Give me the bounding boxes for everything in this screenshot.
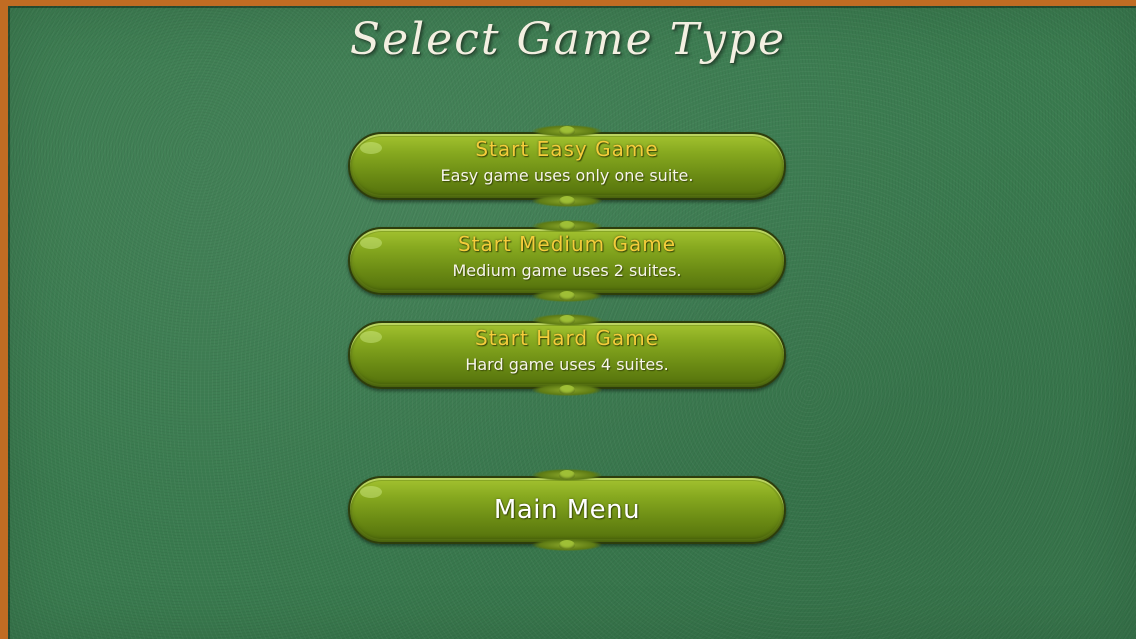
leaf-ornament-icon [532, 539, 602, 551]
main-menu-button[interactable]: Main Menu [348, 469, 786, 551]
leaf-ornament-icon [532, 195, 602, 207]
start-hard-game-button[interactable]: Start Hard Game Hard game uses 4 suites. [348, 314, 786, 396]
hard-game-description: Hard game uses 4 suites. [465, 355, 669, 374]
leaf-ornament-icon [532, 220, 602, 232]
start-medium-game-label: Start Medium Game [457, 232, 677, 256]
start-hard-game-label: Start Hard Game [475, 326, 659, 350]
medium-game-description: Medium game uses 2 suites. [452, 261, 682, 280]
start-medium-game-button[interactable]: Start Medium Game Medium game uses 2 sui… [348, 220, 786, 302]
start-easy-game-label: Start Easy Game [475, 137, 659, 161]
leaf-ornament-icon [532, 469, 602, 481]
leaf-ornament-icon [532, 314, 602, 326]
easy-game-description: Easy game uses only one suite. [440, 166, 694, 185]
main-menu-label: Main Menu [493, 495, 641, 525]
leaf-ornament-icon [532, 125, 602, 137]
leaf-ornament-icon [532, 384, 602, 396]
start-easy-game-button[interactable]: Start Easy Game Easy game uses only one … [348, 125, 786, 207]
page-title: Select Game Type [349, 14, 787, 65]
leaf-ornament-icon [532, 290, 602, 302]
